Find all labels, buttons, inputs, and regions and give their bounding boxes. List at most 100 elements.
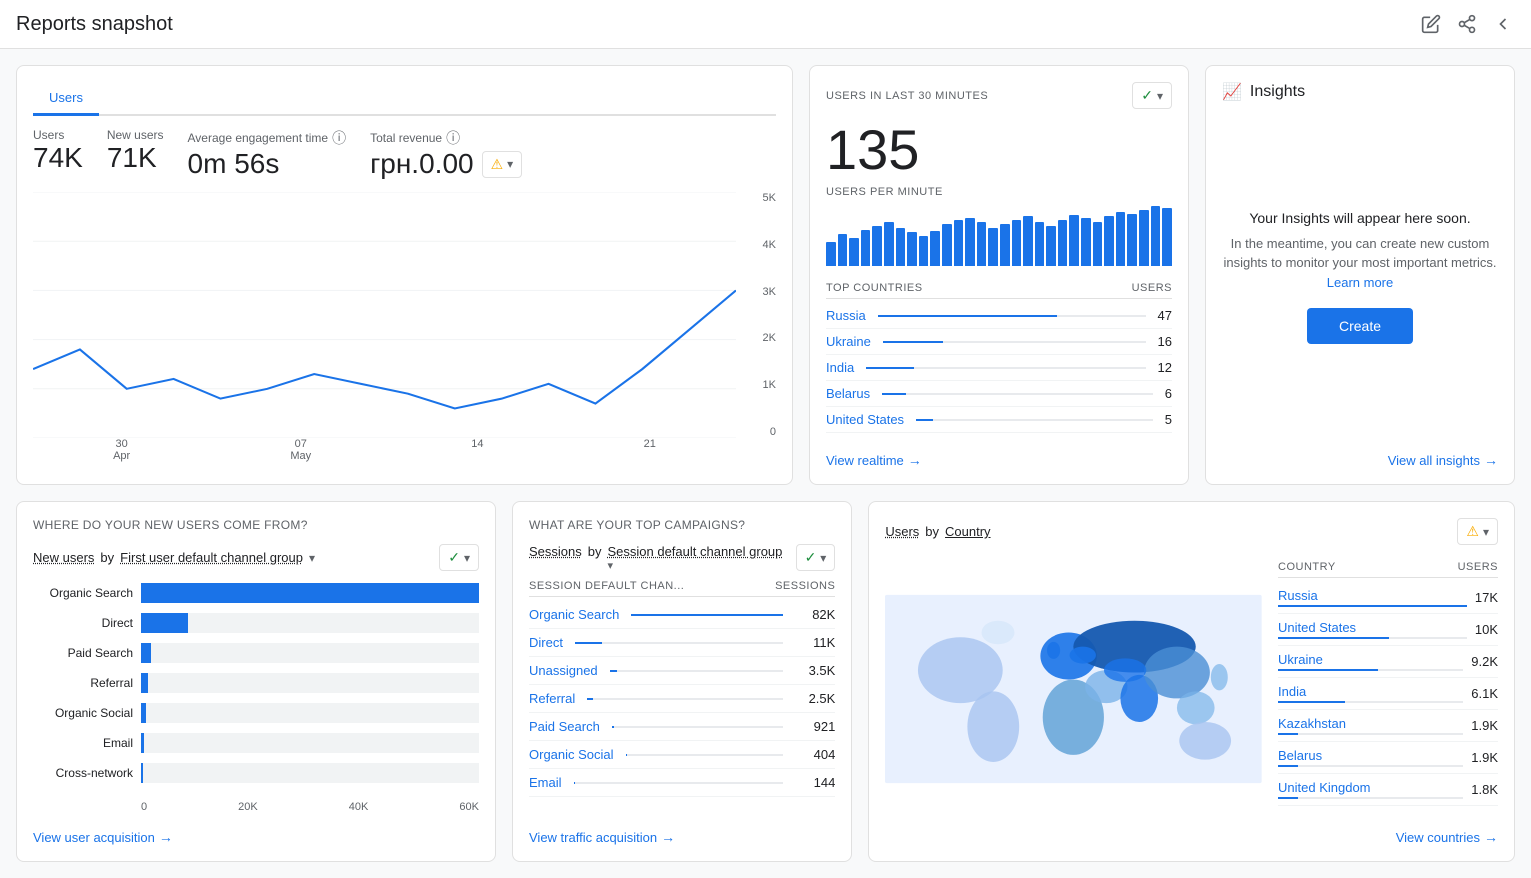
session-bar-track [610,670,784,672]
metric-revenue: Total revenue ⓘ грн.0.00 ⚠ ▾ [370,128,522,180]
sessions-dim-chevron[interactable]: ▾ [607,559,782,572]
bar [988,228,998,266]
map-country-name[interactable]: United Kingdom [1278,780,1463,795]
avg-engagement-info-icon[interactable]: ⓘ [332,128,346,148]
map-country-name[interactable]: India [1278,684,1463,699]
world-map-svg [885,559,1262,819]
y-label-2k: 2K [741,332,776,344]
session-bar-track [612,726,784,728]
session-bar-track [626,754,784,756]
share-icon[interactable] [1455,12,1479,36]
y-label-4k: 4K [741,239,776,251]
map-dimension-dropdown[interactable]: Country [945,524,991,539]
bar [1162,208,1172,266]
session-name[interactable]: Direct [529,635,563,650]
create-insights-button[interactable]: Create [1307,308,1413,344]
realtime-header: Users in last 30 minutes ✓ ▾ [826,82,1172,109]
metric-users: Users 74K [33,128,83,180]
map-country-bar [1278,605,1467,607]
map-country-users: 10K [1475,622,1498,637]
where-dimension-dropdown[interactable]: First user default channel group [120,550,303,565]
learn-more-link[interactable]: Learn more [1327,275,1393,290]
view-realtime-link[interactable]: View realtime → [826,452,1172,468]
bar-track [141,613,479,633]
session-name[interactable]: Organic Search [529,607,619,622]
users-col-label: Users [1132,282,1172,294]
header-actions [1419,12,1515,36]
insights-card: 📈 Insights Your Insights will appear her… [1205,65,1515,485]
page-title: Reports snapshot [16,13,173,36]
bar [1139,210,1149,266]
session-bar-track [631,614,783,616]
h-bar-row: Email [33,733,479,753]
country-name[interactable]: Belarus [826,386,870,401]
bar [872,226,882,266]
where-card: Where do your new users come from? New u… [16,501,496,862]
revenue-warning-button[interactable]: ⚠ ▾ [482,151,523,178]
map-warning-button[interactable]: ⚠ ▾ [1457,518,1498,545]
bar [1104,216,1114,266]
map-country-name[interactable]: United States [1278,620,1467,635]
revenue-info-icon[interactable]: ⓘ [446,128,460,148]
country-bar-fill [878,315,1057,317]
map-country-name[interactable]: Ukraine [1278,652,1463,667]
bar [826,242,836,266]
map-country-name[interactable]: Russia [1278,588,1467,603]
session-bar-fill [610,670,617,672]
country-name[interactable]: United States [826,412,904,427]
bar-track [141,763,479,783]
session-value: 11K [795,635,835,650]
map-country-row: Kazakhstan 1.9K [1278,710,1498,742]
x-label-apr30: 30Apr [113,438,130,462]
country-name[interactable]: Ukraine [826,334,871,349]
insights-body: Your Insights will appear here soon. In … [1222,114,1498,440]
where-chevron-icon[interactable]: ▾ [309,551,315,565]
session-name[interactable]: Email [529,775,562,790]
sessions-by: by [588,544,602,559]
edit-icon[interactable] [1419,12,1443,36]
view-user-acquisition-link[interactable]: View user acquisition → [33,829,479,845]
realtime-chevron-icon: ▾ [1157,89,1163,103]
realtime-status-button[interactable]: ✓ ▾ [1132,82,1172,109]
more-icon[interactable] [1491,12,1515,36]
view-countries-link[interactable]: View countries → [885,829,1498,845]
view-traffic-link[interactable]: View traffic acquisition → [529,829,835,845]
x-label-may07: 07May [290,438,311,462]
session-name[interactable]: Unassigned [529,663,598,678]
warning-chevron-icon: ▾ [507,157,513,171]
map-country-users: 1.9K [1471,718,1498,733]
session-bar-track [587,698,783,700]
campaigns-status-button[interactable]: ✓ ▾ [796,544,836,571]
campaigns-dimension-dropdown[interactable]: Session default channel group [607,544,782,559]
bottom-row: Where do your new users come from? New u… [16,501,1515,862]
realtime-bar-chart [826,206,1172,266]
map-users-col: Users [1458,561,1498,573]
session-name[interactable]: Paid Search [529,719,600,734]
country-name[interactable]: India [826,360,854,375]
map-countries-table: Country Users Russia 17K United States 1… [1278,557,1498,821]
tab-users[interactable]: Users [33,82,99,116]
view-all-insights-link[interactable]: View all insights → [1222,440,1498,468]
countries-table-header: Top Countries Users [826,278,1172,299]
chart-svg-container [33,192,736,438]
countries-list: Russia 47 Ukraine 16 India 12 Belarus 6 … [826,303,1172,433]
sessions-table-header: Session Default Chan... Sessions [529,576,835,597]
country-name[interactable]: Russia [826,308,866,323]
where-check-icon: ✓ [448,549,460,566]
top-countries-label: Top Countries [826,282,923,294]
map-country-name[interactable]: Belarus [1278,748,1463,763]
campaigns-chevron-icon: ▾ [820,551,826,565]
countries-table: Top Countries Users Russia 47 Ukraine 16… [826,278,1172,444]
y-label-3k: 3K [741,286,776,298]
where-status-button[interactable]: ✓ ▾ [439,544,479,571]
x-label-14: 14 [471,438,483,450]
session-name[interactable]: Organic Social [529,747,614,762]
session-name[interactable]: Referral [529,691,575,706]
new-users-label: New users [107,128,164,142]
bar-label: Referral [33,676,133,690]
map-country-name[interactable]: Kazakhstan [1278,716,1463,731]
bar-fill [141,583,479,603]
map-country-row: India 6.1K [1278,678,1498,710]
y-label-1k: 1K [741,379,776,391]
bar-track [141,583,479,603]
